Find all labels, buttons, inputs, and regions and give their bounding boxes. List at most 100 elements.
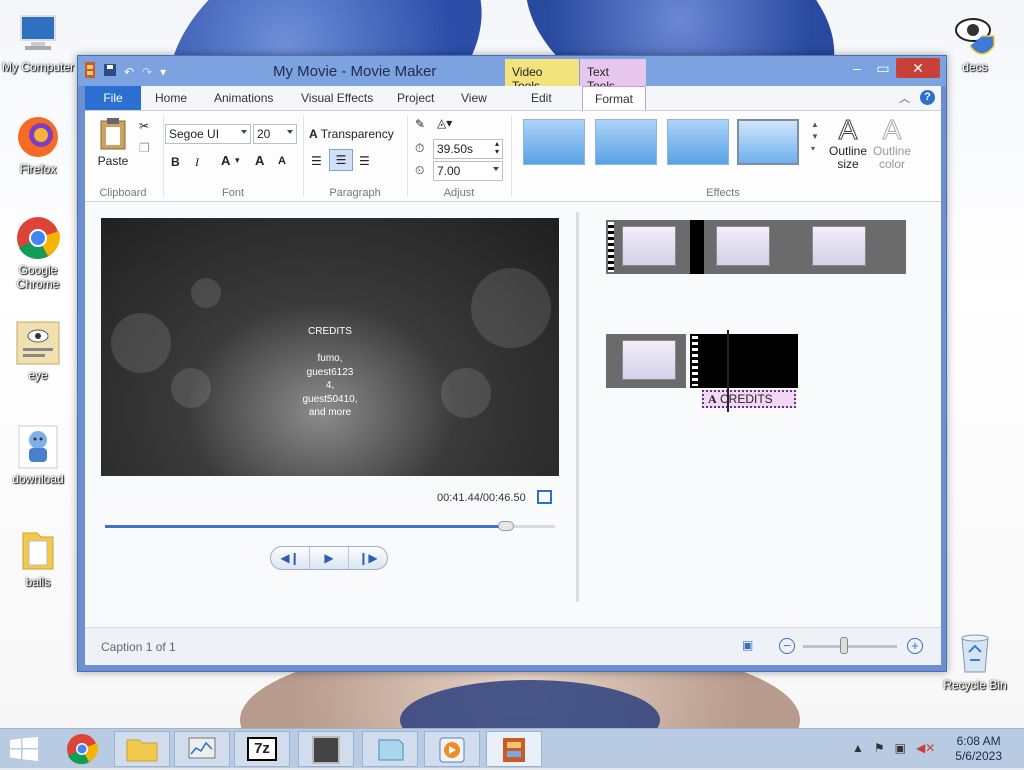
start-button[interactable] [10, 737, 38, 764]
transparency-icon: A [309, 127, 318, 141]
previous-frame-button[interactable]: ◀❙ [271, 547, 310, 569]
seek-bar[interactable] [105, 521, 555, 531]
transparency-button[interactable]: A Transparency [309, 127, 394, 141]
minimize-button[interactable]: – [844, 58, 870, 78]
taskbar-app[interactable] [298, 731, 354, 767]
copy-icon[interactable]: ❐ [139, 141, 150, 155]
font-color-button[interactable]: A [221, 153, 230, 168]
tab-project[interactable]: Project [397, 86, 434, 110]
effect-option[interactable] [523, 119, 585, 165]
tab-text-tools[interactable]: Text Tools [580, 59, 646, 93]
pane-splitter[interactable] [576, 212, 579, 602]
effect-option[interactable] [595, 119, 657, 165]
outline-color-button[interactable]: A Outline color [869, 114, 915, 171]
zoom-slider[interactable] [803, 645, 897, 648]
outline-size-button[interactable]: A Outline size [825, 114, 871, 171]
fullscreen-icon[interactable] [537, 490, 552, 504]
desktop-icon-my-computer[interactable]: My Computer [0, 12, 76, 74]
tab-edit[interactable]: Edit [531, 86, 552, 110]
align-right-icon[interactable]: ☰ [359, 154, 370, 168]
paste-button[interactable]: Paste [95, 117, 131, 168]
taskbar-7zip[interactable]: 7z [234, 731, 290, 767]
font-size-value: 20 [257, 127, 271, 141]
video-preview[interactable]: CREDITS fumo, guest6123 4, guest50410, a… [101, 218, 559, 476]
desktop-icon-eye[interactable]: eye [0, 320, 76, 382]
desktop-icon-recycle-bin[interactable]: Recycle Bin [937, 630, 1013, 692]
zoom-slider-thumb[interactable] [840, 637, 848, 654]
duration-select[interactable]: 7.00 [433, 161, 503, 181]
undo-icon[interactable]: ↶ [124, 65, 134, 79]
desktop-icon-chrome[interactable]: Google Chrome [0, 215, 76, 291]
collapse-ribbon-icon[interactable]: ︿ [899, 90, 910, 106]
chevron-down-icon [241, 130, 247, 134]
preview-text-line: guest50410, [302, 394, 358, 405]
align-left-icon[interactable]: ☰ [311, 154, 322, 168]
group-label-font: Font [221, 187, 244, 199]
tab-visual-effects[interactable]: Visual Effects [301, 86, 373, 110]
effect-option-selected[interactable] [737, 119, 799, 165]
background-color-icon[interactable]: ◬▾ [437, 116, 452, 130]
effect-option[interactable] [667, 119, 729, 165]
effects-gallery-scroll[interactable]: ▲ ▼ ▾ [811, 119, 819, 155]
taskbar-chrome[interactable] [54, 731, 110, 767]
redo-icon[interactable]: ↷ [142, 65, 152, 79]
taskbar-notepad[interactable] [362, 731, 418, 767]
tab-view[interactable]: View [461, 86, 487, 110]
credits-clip[interactable] [690, 334, 798, 388]
caption-clip[interactable]: A CREDITS [702, 390, 796, 408]
desktop-icon-download[interactable]: download [0, 424, 76, 486]
spinner-icon[interactable]: ▴ ▾ [495, 140, 499, 156]
tab-format[interactable]: Format [582, 86, 646, 110]
title-bar[interactable]: ↶ ↷ ▾ My Movie - Movie Maker Video Tools… [78, 56, 946, 93]
group-separator [163, 115, 164, 197]
group-separator [407, 115, 408, 197]
network-icon[interactable]: ▣ [895, 741, 906, 755]
chevron-down-icon[interactable]: ▾ [235, 155, 240, 166]
desktop-icon-balls[interactable]: balls [0, 527, 76, 589]
taskbar-file-explorer[interactable] [114, 731, 170, 767]
customize-qat-icon[interactable]: ▾ [160, 65, 166, 79]
start-time-icon: ⏱ [415, 141, 425, 155]
taskbar-movie-maker[interactable] [486, 731, 542, 767]
italic-button[interactable]: I [195, 155, 199, 170]
shrink-font-button[interactable]: A [278, 155, 286, 167]
taskbar-resource-monitor[interactable] [174, 731, 230, 767]
help-icon[interactable]: ? [920, 90, 935, 105]
playhead[interactable] [727, 330, 729, 412]
tab-animations[interactable]: Animations [214, 86, 273, 110]
zoom-out-button[interactable]: − [779, 638, 795, 654]
font-size-select[interactable]: 20 [253, 124, 297, 144]
close-button[interactable]: ✕ [896, 58, 940, 78]
align-center-icon[interactable]: ☰ [329, 149, 353, 171]
cut-icon[interactable]: ✂ [139, 119, 149, 133]
tab-video-tools[interactable]: Video Tools [505, 59, 579, 93]
tab-home[interactable]: Home [155, 86, 187, 110]
play-button[interactable]: ▶ [310, 547, 349, 569]
action-center-flag-icon[interactable]: ⚑ [874, 741, 885, 755]
taskbar-clock[interactable]: 6:08 AM 5/6/2023 [955, 734, 1002, 764]
bold-button[interactable]: B [171, 155, 180, 169]
maximize-button[interactable]: ▭ [870, 58, 896, 78]
playback-controls: ◀❙ ▶ ❙▶ [270, 546, 388, 570]
preview-text-line: and more [308, 407, 352, 418]
desktop-icon-firefox[interactable]: Firefox [0, 114, 76, 176]
grow-font-button[interactable]: A [255, 153, 264, 168]
start-time-input[interactable]: 39.50s ▴ ▾ [433, 139, 503, 159]
video-clip[interactable] [606, 220, 906, 274]
text-color-icon[interactable]: ✎ [415, 117, 425, 131]
seek-thumb[interactable] [497, 521, 514, 531]
taskbar-media-player[interactable] [424, 731, 480, 767]
next-frame-button[interactable]: ❙▶ [349, 547, 387, 569]
font-family-select[interactable]: Segoe UI [165, 124, 251, 144]
save-icon[interactable] [104, 64, 116, 79]
outline-size-label: Outline size [828, 144, 868, 171]
thumbnail-size-icon[interactable]: ▣ [742, 638, 753, 652]
show-hidden-icons[interactable]: ▲ [852, 741, 864, 755]
workspace: CREDITS fumo, guest6123 4, guest50410, a… [85, 202, 941, 627]
desktop-icon-decs[interactable]: decs [937, 12, 1013, 74]
volume-muted-icon[interactable]: ◀✕ [916, 741, 935, 755]
video-clip[interactable] [606, 334, 686, 388]
preview-text-line: CREDITS [308, 326, 352, 337]
zoom-in-button[interactable]: + [907, 638, 923, 654]
tab-file[interactable]: File [85, 86, 141, 110]
